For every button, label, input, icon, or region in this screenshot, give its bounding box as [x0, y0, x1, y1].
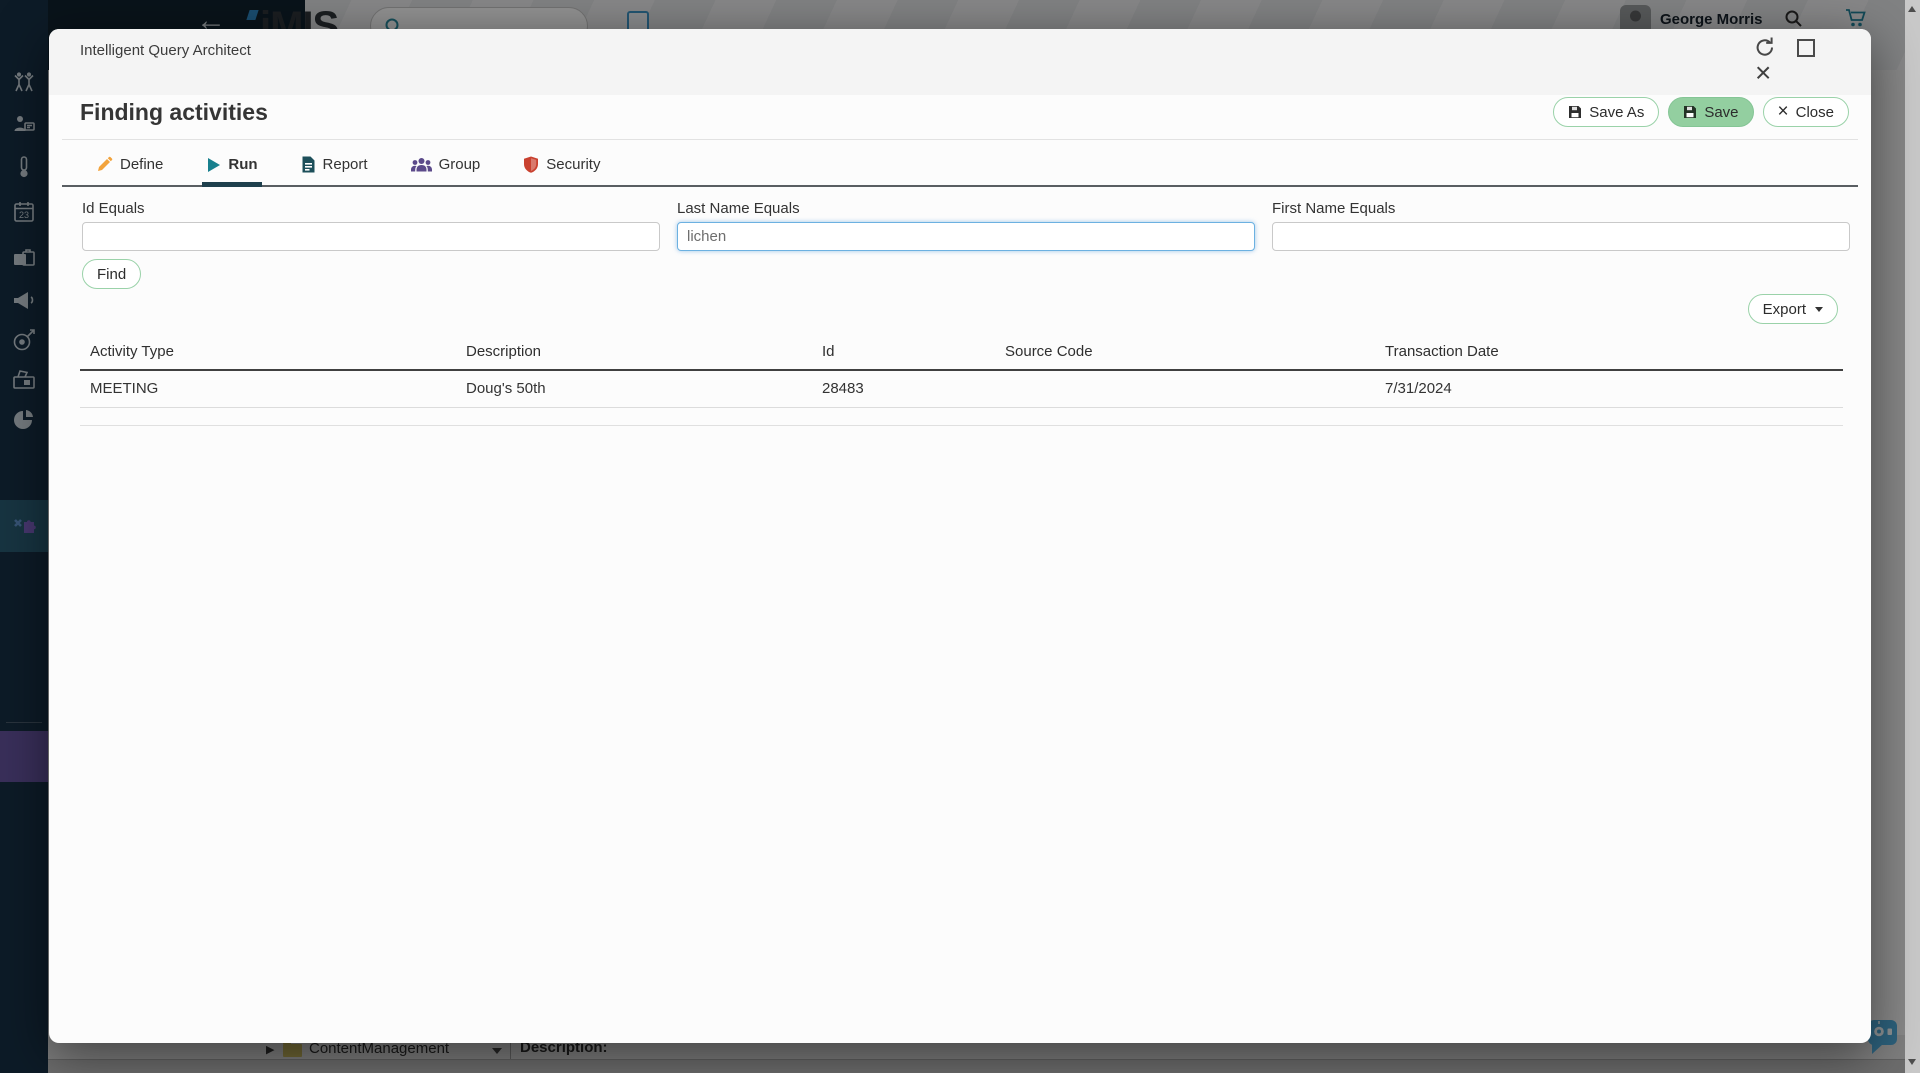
save-icon	[1568, 105, 1582, 119]
cell-activity-type: MEETING	[80, 370, 456, 408]
table-footer-spacer	[80, 408, 1843, 426]
pencil-icon	[96, 156, 113, 173]
find-label: Find	[97, 266, 126, 283]
results-table: Activity Type Description Id Source Code…	[80, 339, 1843, 426]
play-icon	[206, 157, 221, 173]
tab-define[interactable]: Define	[92, 152, 167, 187]
tab-security[interactable]: Security	[519, 152, 604, 187]
cell-source-code	[995, 370, 1375, 408]
group-icon	[411, 157, 432, 173]
close-button[interactable]: × Close	[1763, 97, 1849, 127]
close-icon: ×	[1778, 102, 1789, 121]
filter-form: Id Equals Last Name Equals First Name Eq…	[49, 187, 1871, 251]
first-name-equals-input[interactable]	[1272, 222, 1850, 251]
save-button[interactable]: Save	[1668, 97, 1753, 127]
cell-transaction-date: 7/31/2024	[1375, 370, 1843, 408]
export-label: Export	[1763, 301, 1806, 318]
report-icon	[301, 156, 316, 173]
dialog-close-icon[interactable]: ×	[1755, 59, 1771, 87]
field-label: Last Name Equals	[677, 200, 1255, 217]
query-architect-dialog: Intelligent Query Architect × Finding ac…	[49, 29, 1871, 1043]
query-tabs: Define Run Report	[62, 152, 1858, 187]
tab-label: Define	[120, 156, 163, 173]
field-id-equals: Id Equals	[82, 200, 660, 251]
tab-run[interactable]: Run	[202, 152, 261, 187]
header-divider	[62, 139, 1858, 140]
export-row: Export	[49, 289, 1871, 324]
field-last-name-equals: Last Name Equals	[677, 200, 1255, 251]
save-icon	[1683, 105, 1697, 119]
cell-description: Doug's 50th	[456, 370, 812, 408]
query-header: Finding activities Save As Save ×	[49, 95, 1871, 139]
chevron-down-icon	[1815, 307, 1823, 312]
save-as-label: Save As	[1589, 104, 1644, 121]
export-button[interactable]: Export	[1748, 294, 1838, 324]
tab-report[interactable]: Report	[297, 152, 372, 187]
col-source-code[interactable]: Source Code	[995, 339, 1375, 370]
results-header-row: Activity Type Description Id Source Code…	[80, 339, 1843, 370]
last-name-equals-input[interactable]	[677, 222, 1255, 251]
tab-label: Security	[546, 156, 600, 173]
field-first-name-equals: First Name Equals	[1272, 200, 1850, 251]
tab-label: Group	[439, 156, 481, 173]
shield-icon	[523, 156, 539, 173]
id-equals-input[interactable]	[82, 222, 660, 251]
col-transaction-date[interactable]: Transaction Date	[1375, 339, 1843, 370]
scroll-down-icon[interactable]	[1908, 1059, 1916, 1065]
dialog-title: Intelligent Query Architect	[80, 42, 251, 59]
page-title: Finding activities	[80, 99, 268, 126]
field-label: First Name Equals	[1272, 200, 1850, 217]
header-actions: Save As Save × Close	[1553, 97, 1849, 127]
save-as-button[interactable]: Save As	[1553, 97, 1659, 127]
vertical-scrollbar[interactable]	[1905, 0, 1920, 1073]
col-activity-type[interactable]: Activity Type	[80, 339, 456, 370]
tab-label: Run	[228, 156, 257, 173]
col-description[interactable]: Description	[456, 339, 812, 370]
maximize-icon[interactable]	[1797, 39, 1815, 57]
field-label: Id Equals	[82, 200, 660, 217]
dialog-titlebar: Intelligent Query Architect ×	[49, 29, 1871, 95]
cell-id: 28483	[812, 370, 995, 408]
close-label: Close	[1796, 104, 1834, 121]
save-label: Save	[1704, 104, 1738, 121]
find-row: Find	[49, 251, 1871, 289]
scroll-up-icon[interactable]	[1908, 6, 1916, 12]
tab-label: Report	[323, 156, 368, 173]
tab-group[interactable]: Group	[407, 152, 485, 187]
table-row[interactable]: MEETING Doug's 50th 28483 7/31/2024	[80, 370, 1843, 408]
find-button[interactable]: Find	[82, 259, 141, 289]
col-id[interactable]: Id	[812, 339, 995, 370]
